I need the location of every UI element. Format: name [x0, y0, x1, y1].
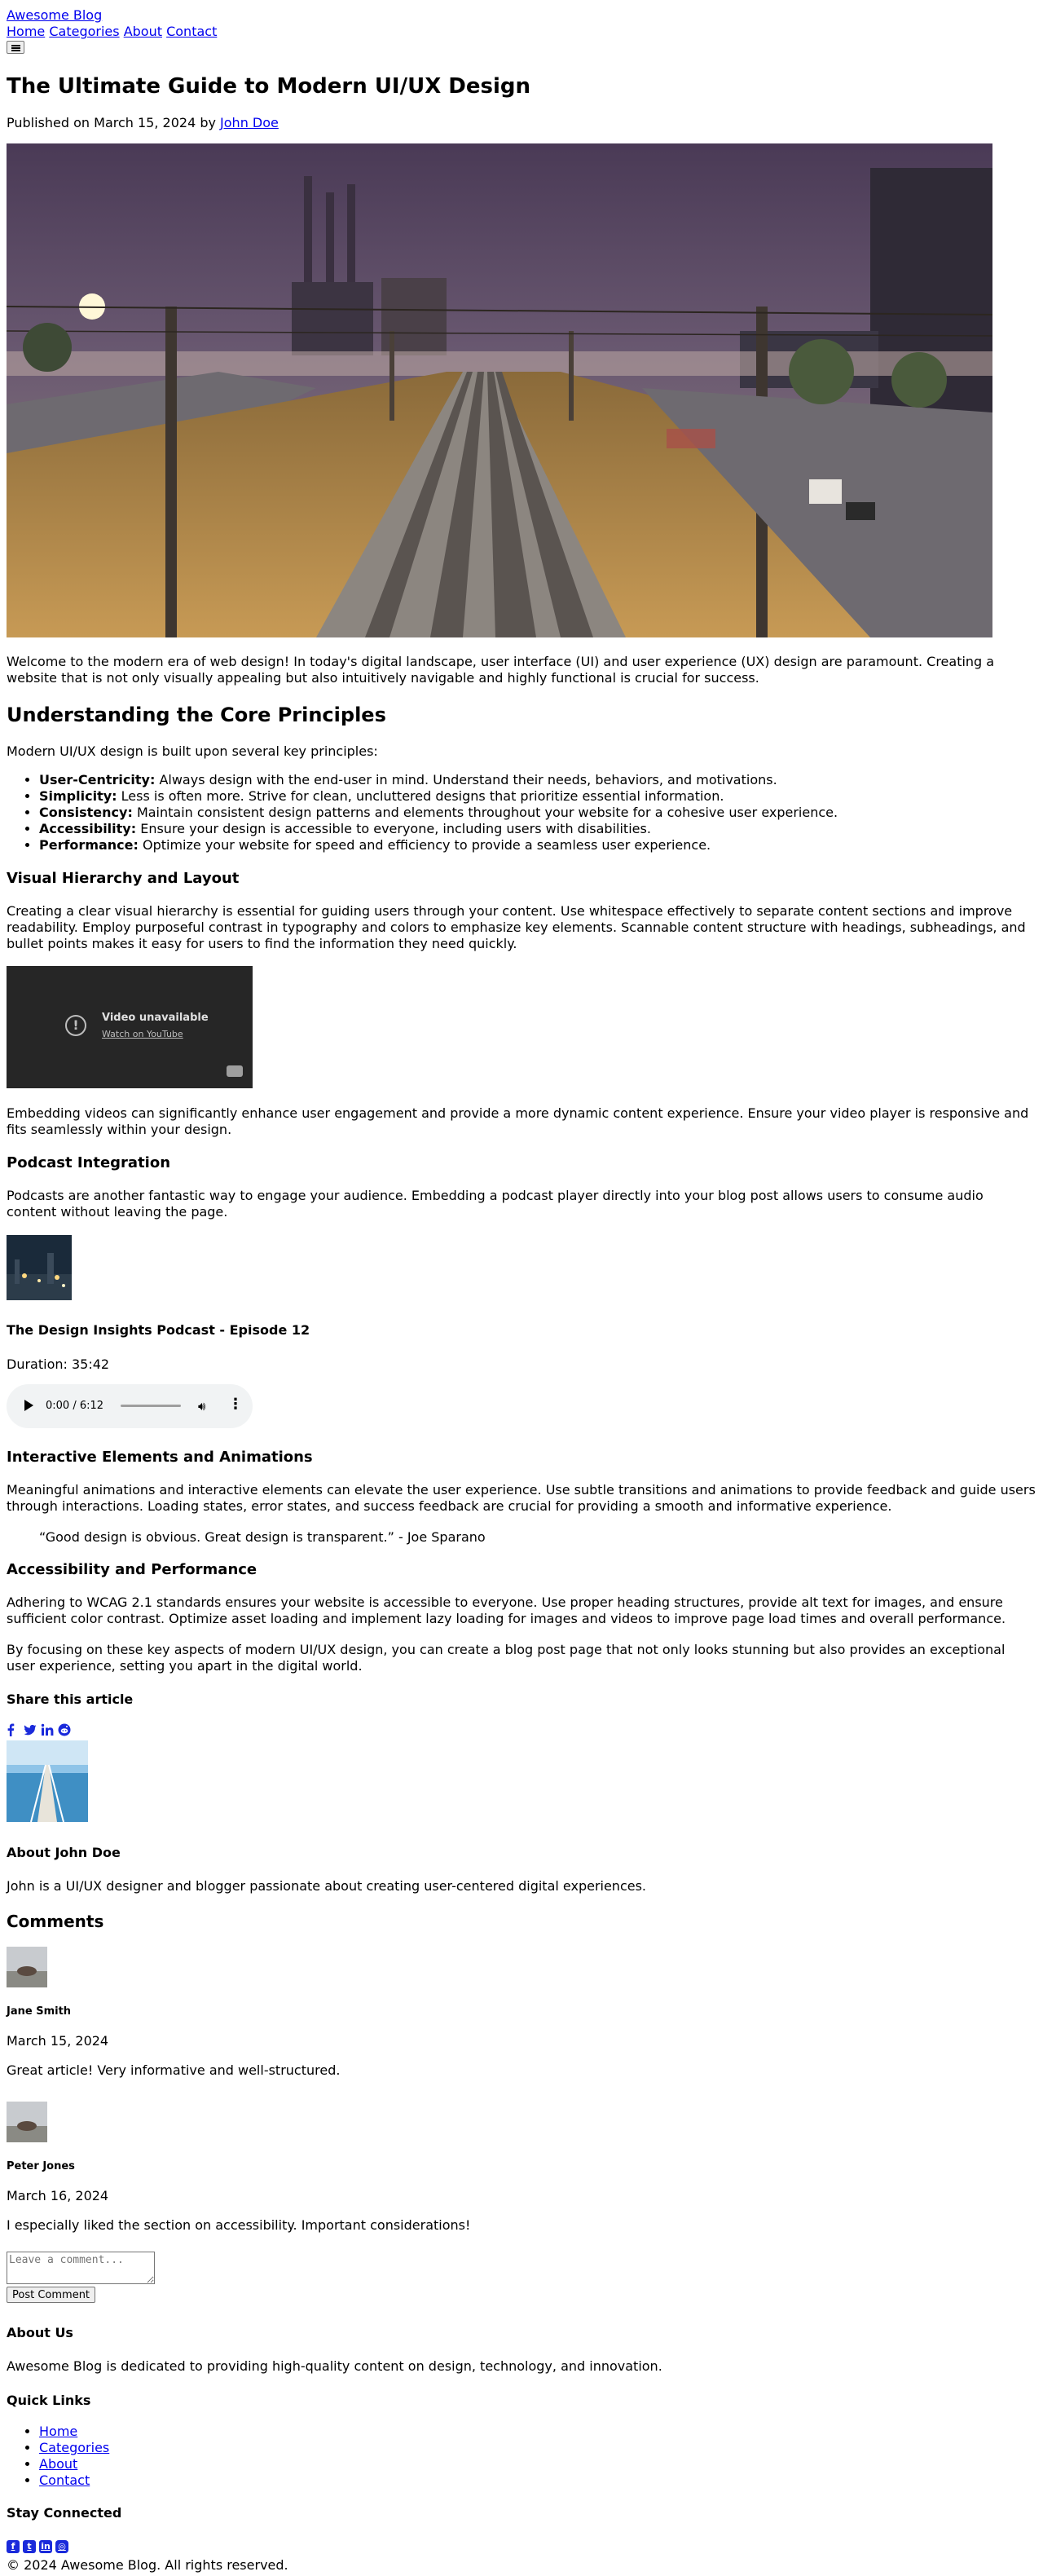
linkedin-icon[interactable]	[41, 1723, 54, 1736]
comment-date: March 15, 2024	[7, 2033, 109, 2049]
post-comment-button[interactable]: Post Comment	[7, 2287, 96, 2303]
article-meta: Published on March 15, 2024 by John Doe	[7, 115, 279, 130]
linkedin-icon[interactable]: in	[39, 2540, 52, 2553]
pull-quote: “Good design is obvious. Great design is…	[39, 1529, 486, 1545]
intro-paragraph: Welcome to the modern era of web design!…	[7, 654, 995, 686]
footer-link-home[interactable]: Home	[39, 2424, 77, 2439]
facebook-icon[interactable]	[7, 1723, 20, 1736]
author-box-heading: About John Doe	[7, 1845, 121, 1860]
author-link[interactable]: John Doe	[220, 115, 279, 130]
comment-text: I especially liked the section on access…	[7, 2217, 471, 2233]
youtube-icon[interactable]	[227, 1065, 243, 1077]
footer-about-heading: About Us	[7, 2325, 73, 2340]
nav-contact[interactable]: Contact	[166, 24, 217, 39]
footer-link-categories[interactable]: Categories	[39, 2440, 109, 2455]
core-principles-lead: Modern UI/UX design is built upon severa…	[7, 743, 378, 759]
comment-textarea[interactable]	[7, 2252, 155, 2284]
main-nav: Home Categories About Contact	[7, 24, 217, 40]
principles-list: User-Centricity: Always design with the …	[7, 772, 1043, 854]
instagram-icon[interactable]: ◎	[55, 2540, 68, 2553]
page: Awesome Blog Home Categories About Conta…	[0, 0, 1043, 2576]
visual-hierarchy-paragraph: Creating a clear visual hierarchy is ess…	[7, 903, 1026, 951]
closing-paragraph: By focusing on these key aspects of mode…	[7, 1642, 1006, 1674]
video-caption: Embedding videos can significantly enhan…	[7, 1105, 1029, 1137]
list-item: Performance: Optimize your website for s…	[39, 837, 1043, 854]
footer-link-about[interactable]: About	[39, 2456, 77, 2472]
watch-on-youtube-link[interactable]: Watch on YouTube	[102, 1029, 183, 1040]
list-item: Consistency: Maintain consistent design …	[39, 805, 1043, 821]
accessibility-heading: Accessibility and Performance	[7, 1561, 257, 1578]
footer-links: Home Categories About Contact	[7, 2424, 109, 2489]
share-icons	[7, 1723, 71, 1736]
hamburger-icon	[11, 45, 20, 46]
article-title: The Ultimate Guide to Modern UI/UX Desig…	[7, 74, 531, 99]
nav-categories[interactable]: Categories	[49, 24, 119, 39]
core-principles-heading: Understanding the Core Principles	[7, 704, 386, 726]
comment-date: March 16, 2024	[7, 2188, 109, 2203]
reddit-icon[interactable]	[58, 1723, 71, 1736]
copyright-text: © 2024 Awesome Blog. All rights reserved…	[7, 2557, 288, 2573]
video-embed[interactable]: ! Video unavailable Watch on YouTube	[7, 966, 253, 1088]
avatar	[7, 1947, 47, 1987]
comment-text: Great article! Very informative and well…	[7, 2062, 341, 2078]
podcast-cover-image	[7, 1235, 72, 1300]
podcast-duration: Duration: 35:42	[7, 1356, 110, 1372]
author-photo	[7, 1740, 88, 1822]
audio-time: 0:00 / 6:12	[46, 1400, 104, 1412]
comments-heading: Comments	[7, 1912, 104, 1931]
error-icon: !	[65, 1015, 86, 1036]
video-unavailable-text: Video unavailable	[102, 1012, 209, 1024]
more-options-icon[interactable]: ⋮	[228, 1397, 243, 1412]
podcast-paragraph: Podcasts are another fantastic way to en…	[7, 1188, 984, 1220]
author-bio: John is a UI/UX designer and blogger pas…	[7, 1878, 647, 1894]
comment-author: Peter Jones	[7, 2160, 75, 2172]
audio-progress-bar[interactable]	[121, 1405, 181, 1407]
comment-author: Jane Smith	[7, 2005, 72, 2018]
visual-hierarchy-heading: Visual Hierarchy and Layout	[7, 870, 240, 887]
list-item: Accessibility: Ensure your design is acc…	[39, 821, 1043, 837]
play-icon[interactable]	[24, 1400, 33, 1411]
podcast-episode-title: The Design Insights Podcast - Episode 12	[7, 1322, 310, 1338]
audio-player[interactable]: 0:00 / 6:12 🔊︎ ⋮	[7, 1384, 253, 1428]
avatar	[7, 2102, 47, 2142]
footer-link-contact[interactable]: Contact	[39, 2472, 90, 2488]
list-item: Categories	[39, 2440, 109, 2456]
interactive-paragraph: Meaningful animations and interactive el…	[7, 1482, 1036, 1514]
interactive-heading: Interactive Elements and Animations	[7, 1449, 313, 1466]
podcast-heading: Podcast Integration	[7, 1154, 171, 1171]
nav-about[interactable]: About	[124, 24, 162, 39]
volume-icon[interactable]: 🔊︎	[198, 1399, 205, 1414]
footer-about-text: Awesome Blog is dedicated to providing h…	[7, 2358, 662, 2374]
site-title-link[interactable]: Awesome Blog	[7, 7, 102, 24]
twitter-icon[interactable]	[24, 1723, 37, 1736]
list-item: User-Centricity: Always design with the …	[39, 772, 1043, 788]
twitter-icon[interactable]: t	[23, 2540, 36, 2553]
share-heading: Share this article	[7, 1692, 134, 1707]
footer-social-icons: f t in ◎	[7, 2537, 72, 2553]
menu-toggle-button[interactable]	[7, 41, 24, 54]
accessibility-paragraph: Adhering to WCAG 2.1 standards ensures y…	[7, 1595, 1006, 1626]
footer-links-heading: Quick Links	[7, 2393, 91, 2408]
list-item: About	[39, 2456, 109, 2472]
list-item: Simplicity: Less is often more. Strive f…	[39, 788, 1043, 805]
list-item: Contact	[39, 2472, 109, 2489]
nav-home[interactable]: Home	[7, 24, 45, 39]
facebook-icon[interactable]: f	[7, 2540, 20, 2553]
hero-image	[7, 143, 992, 637]
footer-connect-heading: Stay Connected	[7, 2505, 122, 2521]
list-item: Home	[39, 2424, 109, 2440]
